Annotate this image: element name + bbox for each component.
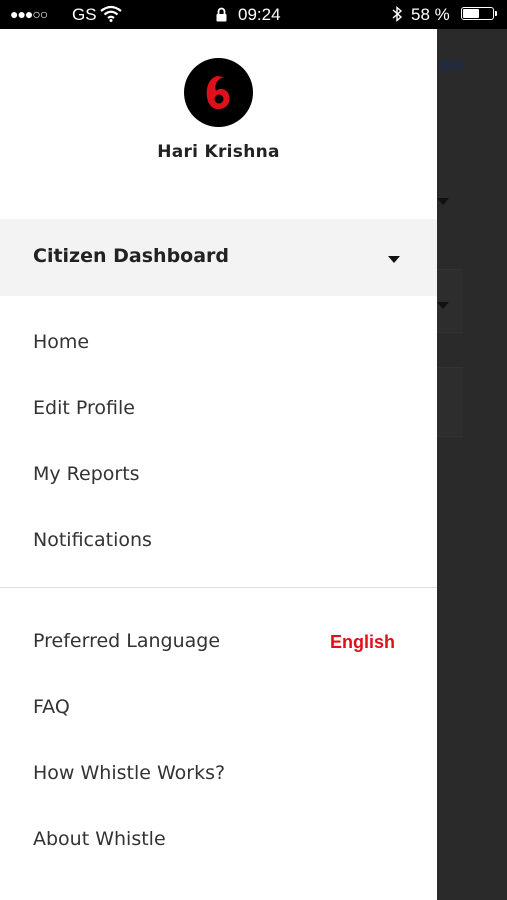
dashboard-title: Citizen Dashboard — [33, 245, 230, 267]
menu-item-label: Edit Profile — [33, 397, 135, 419]
menu-item-label: How Whistle Works? — [33, 762, 226, 784]
lock-icon — [215, 6, 228, 27]
menu-item-about-whistle[interactable]: About Whistle — [0, 807, 437, 873]
signal-strength-icon: ●●●○○ — [10, 6, 48, 22]
wifi-icon — [100, 5, 122, 27]
menu-item-label: About Whistle — [33, 828, 166, 850]
background-field — [437, 269, 463, 333]
menu-item-edit-profile[interactable]: Edit Profile — [0, 376, 437, 442]
menu-item-preferred-language[interactable]: Preferred Language English — [0, 609, 437, 675]
language-value[interactable]: English — [330, 632, 395, 653]
background-field — [437, 367, 463, 437]
menu-item-label: Preferred Language — [33, 630, 221, 652]
citizen-dashboard-dropdown[interactable]: Citizen Dashboard — [0, 219, 437, 296]
whistle-logo-icon[interactable] — [184, 58, 253, 127]
battery-tip — [495, 11, 497, 16]
battery-percentage: 58 % — [411, 5, 450, 24]
menu-divider — [0, 587, 437, 588]
menu-item-label: My Reports — [33, 463, 140, 485]
bluetooth-icon — [391, 5, 403, 28]
menu-item-how-whistle-works[interactable]: How Whistle Works? — [0, 741, 437, 807]
clock-time: 09:24 — [238, 5, 281, 24]
menu-item-label: Notifications — [33, 529, 152, 551]
menu-item-notifications[interactable]: Notifications — [0, 508, 437, 574]
background-screen[interactable]: akkal — [425, 29, 507, 900]
menu-item-my-reports[interactable]: My Reports — [0, 442, 437, 508]
caret-down-icon — [388, 256, 400, 263]
menu-item-label: Home — [33, 331, 90, 353]
carrier-name: GS — [72, 5, 97, 24]
menu-item-home[interactable]: Home — [0, 310, 437, 376]
menu-item-faq[interactable]: FAQ — [0, 675, 437, 741]
battery-level-fill — [463, 9, 479, 18]
user-name: Hari Krishna — [157, 142, 280, 162]
navigation-drawer: Hari Krishna Citizen Dashboard Home Edit… — [0, 29, 437, 900]
battery-icon — [461, 7, 497, 20]
app-screen: ●●●○○ GS 09:24 58 % akkal Hari Krishna C… — [0, 0, 507, 900]
caret-down-icon — [437, 302, 449, 309]
caret-down-icon — [437, 198, 449, 205]
menu-item-label: FAQ — [33, 696, 70, 718]
status-bar: ●●●○○ GS 09:24 58 % — [0, 0, 507, 29]
